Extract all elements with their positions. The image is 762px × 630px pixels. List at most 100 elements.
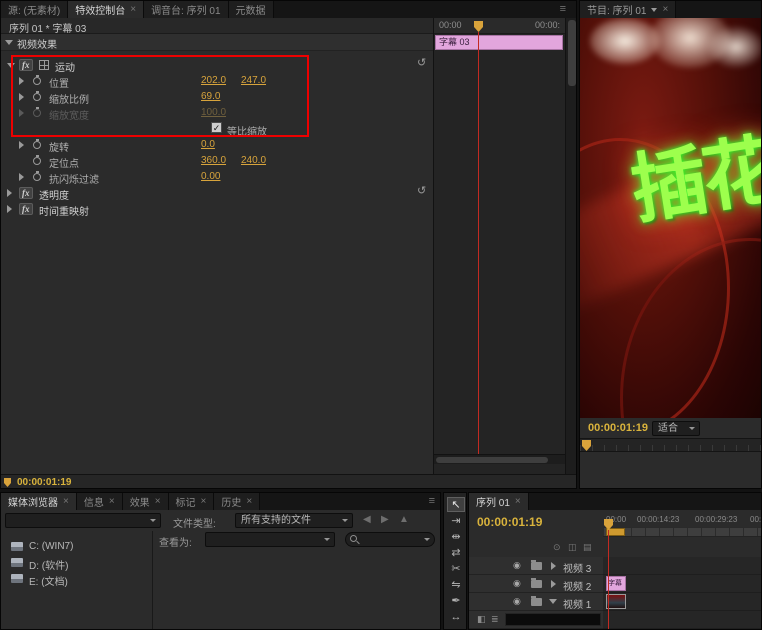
tab-media-browser[interactable]: 媒体浏览器 ×	[1, 493, 77, 510]
chevron-right-icon[interactable]	[19, 77, 24, 85]
tab-program-monitor[interactable]: 节目: 序列 01 ×	[580, 1, 676, 18]
scrollbar-thumb[interactable]	[568, 20, 576, 86]
razor-tool[interactable]: ✂	[447, 562, 465, 577]
tab-info[interactable]: 信息 ×	[77, 493, 123, 510]
effect-controls-timecode[interactable]: 00:00:01:19	[17, 477, 71, 488]
tab-effects[interactable]: 效果 ×	[123, 493, 169, 510]
reset-icon[interactable]: ↺	[417, 57, 426, 69]
param-value-y[interactable]: 240.0	[241, 155, 266, 166]
playhead-marker[interactable]	[474, 21, 483, 32]
forward-icon[interactable]: ▶	[381, 514, 389, 525]
close-icon[interactable]: ×	[109, 496, 115, 507]
close-icon[interactable]: ×	[130, 4, 136, 15]
chevron-right-icon[interactable]	[551, 580, 556, 588]
marker-icon[interactable]: ◫	[568, 542, 577, 553]
param-value-y[interactable]: 247.0	[241, 75, 266, 86]
panel-menu-icon[interactable]: ≡	[560, 3, 566, 15]
effect-row-motion[interactable]: fx 运动 ↺	[1, 57, 433, 73]
track-content-video1-expanded[interactable]	[603, 611, 761, 629]
back-icon[interactable]: ◀	[363, 514, 371, 525]
clip-thumbnail[interactable]	[606, 594, 626, 609]
program-preview[interactable]: 插花	[580, 18, 761, 418]
track-content-video2[interactable]: 字幕	[603, 575, 761, 593]
eye-icon[interactable]: ◉	[513, 578, 521, 589]
close-icon[interactable]: ×	[63, 496, 69, 507]
timeline-ruler[interactable]	[603, 527, 761, 537]
tree-item-drive-d[interactable]: D: (软件)	[1, 555, 149, 571]
panel-menu-icon[interactable]: ≡	[429, 495, 435, 507]
rolling-edit-tool[interactable]: ⇄	[447, 546, 465, 561]
program-ruler[interactable]	[580, 438, 761, 452]
file-type-dropdown[interactable]: 所有支持的文件	[235, 513, 353, 528]
chevron-right-icon[interactable]	[7, 189, 12, 197]
slip-tool[interactable]: ⇋	[447, 578, 465, 593]
tab-history[interactable]: 历史 ×	[214, 493, 260, 510]
param-value[interactable]: 0.0	[201, 139, 215, 150]
horizontal-scrollbar[interactable]	[434, 454, 565, 464]
effect-row-time-remap[interactable]: fx 时间重映射	[1, 201, 433, 217]
tree-item-drive-e[interactable]: E: (文档)	[1, 571, 149, 587]
program-timecode[interactable]: 00:00:01:19	[588, 422, 648, 434]
uniform-scale-checkbox[interactable]: ✓	[211, 122, 222, 133]
reset-icon[interactable]: ↺	[417, 185, 426, 197]
chevron-right-icon[interactable]	[7, 205, 12, 213]
tab-markers[interactable]: 标记 ×	[169, 493, 215, 510]
mini-timeline-clip[interactable]: 字幕 03	[435, 35, 563, 50]
clip-title[interactable]: 字幕	[606, 576, 626, 591]
tree-item-drive-c[interactable]: C: (WIN7)	[1, 539, 149, 555]
scrollbar-thumb[interactable]	[436, 457, 548, 463]
close-icon[interactable]: ×	[201, 496, 207, 507]
folder-icon[interactable]	[531, 580, 542, 588]
chevron-right-icon[interactable]	[19, 173, 24, 181]
keyframe-display-icon[interactable]: ≣	[491, 614, 499, 625]
track-content-video3[interactable]	[603, 557, 761, 575]
search-input[interactable]	[345, 532, 435, 547]
chevron-down-icon[interactable]	[7, 63, 15, 68]
tab-metadata[interactable]: 元数据	[229, 1, 274, 18]
stopwatch-icon[interactable]	[33, 141, 41, 149]
track-header-video2[interactable]: ◉ 视频 2	[469, 575, 603, 593]
selection-tool[interactable]: ↖	[447, 497, 465, 512]
param-value-x[interactable]: 360.0	[201, 155, 226, 166]
zoom-level-dropdown[interactable]: 适合	[652, 421, 700, 436]
chevron-down-icon[interactable]	[549, 599, 557, 604]
stopwatch-icon[interactable]	[33, 157, 41, 165]
folder-icon[interactable]	[531, 598, 542, 606]
track-content-video1[interactable]	[603, 593, 761, 611]
pen-tool[interactable]: ✒	[447, 594, 465, 609]
chevron-down-icon[interactable]	[5, 40, 13, 45]
timeline-timecode[interactable]: 00:00:01:19	[477, 515, 542, 529]
hand-tool[interactable]: ↔	[447, 610, 465, 625]
param-value[interactable]: 69.0	[201, 91, 220, 102]
ripple-edit-tool[interactable]: ⇹	[447, 530, 465, 545]
snap-icon[interactable]: ⊙	[553, 542, 561, 553]
tab-sequence-01[interactable]: 序列 01 ×	[469, 493, 529, 510]
video-effects-header[interactable]: 视频效果	[1, 34, 433, 51]
param-value[interactable]: 0.00	[201, 171, 220, 182]
close-icon[interactable]: ×	[515, 496, 521, 507]
display-style-icon[interactable]: ▤	[583, 542, 592, 553]
mini-timeline-ruler[interactable]: 00:00 00:00:	[434, 18, 565, 34]
thumbnail-style-icon[interactable]: ◧	[477, 614, 486, 625]
chevron-right-icon[interactable]	[19, 141, 24, 149]
effect-row-opacity[interactable]: fx 透明度 ↺	[1, 185, 433, 201]
stopwatch-icon[interactable]	[33, 77, 41, 85]
close-icon[interactable]: ×	[662, 4, 668, 15]
chevron-right-icon[interactable]	[551, 562, 556, 570]
chevron-right-icon[interactable]	[19, 93, 24, 101]
param-value-x[interactable]: 202.0	[201, 75, 226, 86]
eye-icon[interactable]: ◉	[513, 596, 521, 607]
track-header-video1[interactable]: ◉ 视频 1	[469, 593, 603, 611]
stopwatch-icon[interactable]	[33, 173, 41, 181]
panel-divider[interactable]	[152, 531, 153, 629]
close-icon[interactable]: ×	[246, 496, 252, 507]
track-header-video3[interactable]: ◉ 视频 3	[469, 557, 603, 575]
track-select-tool[interactable]: ⇥	[447, 514, 465, 529]
playhead-line[interactable]	[608, 530, 609, 629]
chevron-down-icon[interactable]	[651, 8, 657, 12]
tab-source-monitor[interactable]: 源: (无素材)	[1, 1, 68, 18]
tab-audio-mixer[interactable]: 调音台: 序列 01	[144, 1, 228, 18]
up-icon[interactable]: ▲	[399, 514, 409, 525]
stopwatch-icon[interactable]	[33, 93, 41, 101]
eye-icon[interactable]: ◉	[513, 560, 521, 571]
